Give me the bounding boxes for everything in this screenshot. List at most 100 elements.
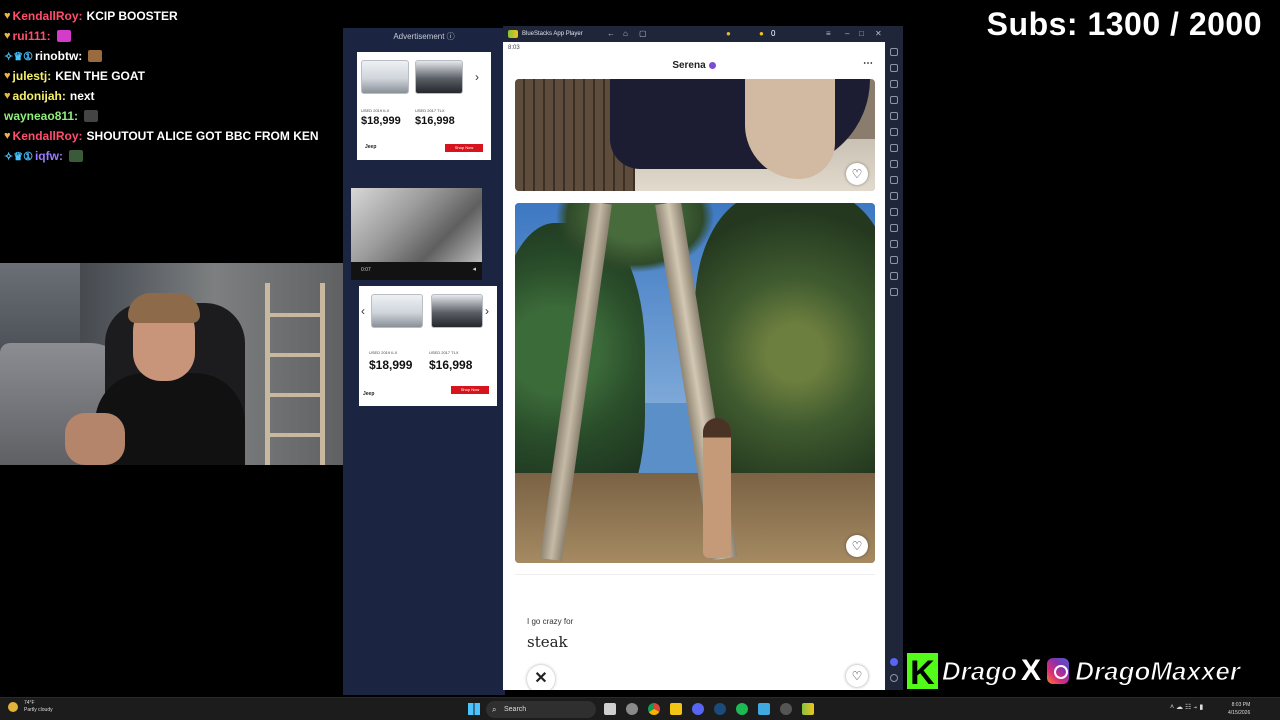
- home-icon[interactable]: ⌂: [623, 29, 628, 39]
- ad-video[interactable]: 0:07 ◂: [351, 188, 482, 280]
- webcam-streamer-hair: [128, 293, 200, 323]
- windows-start-icon[interactable]: [468, 703, 480, 715]
- volume-icon[interactable]: ◂: [472, 265, 476, 273]
- taskbar-search[interactable]: ⌕ Search: [486, 701, 596, 718]
- chat-badges: ♥: [4, 130, 11, 142]
- ad-card[interactable]: ‹ › USED 2019 ILX USED 2017 TLX $18,999 …: [359, 286, 497, 406]
- profile-name-text: Serena: [672, 60, 706, 71]
- like-heart-icon[interactable]: ♡: [846, 665, 868, 687]
- recent-apps-icon[interactable]: ▢: [639, 29, 647, 39]
- search-icon: ⌕: [492, 705, 497, 714]
- chat-username[interactable]: iqfw:: [35, 149, 63, 163]
- car-image: [361, 60, 409, 94]
- record-icon[interactable]: [890, 128, 898, 136]
- game-icon[interactable]: ●: [726, 29, 731, 39]
- chat-username[interactable]: rinobtw:: [35, 49, 82, 63]
- chat-badges: ♥: [4, 10, 11, 22]
- chat-username[interactable]: KendallRoy:: [13, 129, 83, 143]
- stream-layout: ♥ KendallRoy: KCIP BOOSTER ♥ rui111: ✧♛①…: [0, 0, 1280, 720]
- steam-icon[interactable]: [714, 703, 726, 715]
- chevron-right-icon[interactable]: ›: [475, 70, 479, 84]
- menu-icon[interactable]: ≡: [826, 29, 831, 39]
- shake-icon[interactable]: [890, 160, 898, 168]
- discord-icon[interactable]: [692, 703, 704, 715]
- webcam-streamer-arm: [65, 413, 125, 465]
- eco-mode-icon[interactable]: [890, 224, 898, 232]
- sub-goal-counter: Subs: 1300 / 2000: [986, 6, 1262, 42]
- notepad-icon[interactable]: [758, 703, 770, 715]
- instagram-logo-icon: [1044, 656, 1072, 686]
- chat-message: ♥ KendallRoy: SHOUTOUT ALICE GOT BBC FRO…: [0, 126, 340, 146]
- ad-panel: Advertisement ⓘ › USED 2019 ILX USED 201…: [343, 28, 505, 695]
- media-folder-icon[interactable]: [890, 240, 898, 248]
- chat-message: ♥ adonijah: next: [0, 86, 340, 106]
- emulator-titlebar: BlueStacks App Player ← ⌂ ▢ ● ● 0 ≡ – □ …: [503, 26, 903, 42]
- discord-icon[interactable]: [890, 658, 898, 666]
- ad-header: Advertisement ⓘ: [393, 32, 455, 41]
- back-icon[interactable]: ←: [607, 29, 615, 39]
- more-options-icon[interactable]: [890, 288, 898, 296]
- chat-username[interactable]: julestj:: [13, 69, 52, 83]
- sync-icon[interactable]: [890, 208, 898, 216]
- keyboard-icon[interactable]: [890, 80, 898, 88]
- chat-username[interactable]: rui111:: [13, 29, 51, 43]
- chat-username[interactable]: wayneao811:: [4, 109, 78, 123]
- coin-icon[interactable]: ●: [759, 29, 764, 39]
- like-heart-icon[interactable]: ♡: [846, 535, 868, 557]
- chat-message: ✧♛① rinobtw:: [0, 46, 340, 66]
- settings-icon[interactable]: [890, 272, 898, 280]
- ad-price: $16,998: [429, 358, 473, 372]
- like-heart-icon[interactable]: ♡: [846, 163, 868, 185]
- dating-app-screen: 8:03 Serena ⋯ ♡ ♡ I go crazy for steak ✕…: [503, 42, 885, 690]
- chevron-right-icon[interactable]: ›: [485, 304, 489, 318]
- settings-icon[interactable]: [626, 703, 638, 715]
- ad-shop-button[interactable]: Shop Now: [451, 386, 489, 394]
- bluestacks-icon[interactable]: [802, 703, 814, 715]
- taskbar-clock[interactable]: 8:03 PM 4/15/2026: [1228, 701, 1250, 717]
- kick-handle: Drago: [941, 655, 1017, 686]
- gamepad-icon[interactable]: [890, 96, 898, 104]
- ad-card[interactable]: › USED 2019 ILX USED 2017 TLX $18,999 $1…: [357, 52, 491, 160]
- more-options-icon[interactable]: ⋯: [863, 58, 873, 69]
- ad-car-label: USED 2017 TLX: [429, 350, 459, 355]
- prompt-card: I go crazy for steak ✕ ♡: [515, 574, 875, 690]
- macro-icon[interactable]: [890, 192, 898, 200]
- screenshot-icon[interactable]: [890, 112, 898, 120]
- volume-icon[interactable]: [890, 64, 898, 72]
- search-label: Search: [504, 706, 527, 713]
- location-icon[interactable]: [890, 144, 898, 152]
- chat-panel: ♥ KendallRoy: KCIP BOOSTER ♥ rui111: ✧♛①…: [0, 6, 340, 166]
- ad-car-label: USED 2017 TLX: [415, 108, 445, 113]
- chat-username[interactable]: adonijah:: [13, 89, 66, 103]
- chat-text: KEN THE GOAT: [55, 69, 145, 83]
- maximize-icon[interactable]: □: [859, 29, 864, 39]
- install-apk-icon[interactable]: [890, 256, 898, 264]
- kick-logo-icon: K: [905, 651, 940, 692]
- chat-badges: ✧♛①: [4, 50, 33, 63]
- chrome-icon[interactable]: [648, 703, 660, 715]
- chat-message: ✧♛① iqfw:: [0, 146, 340, 166]
- spotify-icon[interactable]: [736, 703, 748, 715]
- ad-brand: Jeep: [365, 144, 377, 150]
- close-window-icon[interactable]: ✕: [875, 29, 882, 39]
- minimize-icon[interactable]: –: [845, 29, 849, 39]
- emulator-sidebar: [885, 42, 903, 690]
- chat-badges: ♥: [4, 90, 11, 102]
- chevron-left-icon[interactable]: ‹: [361, 304, 365, 318]
- ad-car-label: USED 2019 ILX: [361, 108, 390, 113]
- rotate-icon[interactable]: [890, 176, 898, 184]
- prompt-answer: steak: [527, 633, 568, 651]
- fullscreen-icon[interactable]: [890, 48, 898, 56]
- chat-badges: ♥: [4, 70, 11, 82]
- task-view-icon[interactable]: [604, 703, 616, 715]
- settings-gear-icon[interactable]: [890, 674, 898, 682]
- verified-badge-icon: [708, 61, 716, 69]
- photo-person: [703, 418, 731, 558]
- ad-shop-button[interactable]: Shop Now: [445, 144, 483, 152]
- file-explorer-icon[interactable]: [670, 703, 682, 715]
- system-tray[interactable]: ˄ ☁ ☷ ⍆ ▮: [1170, 703, 1203, 712]
- emote-icon: [56, 30, 71, 42]
- app-icon[interactable]: [780, 703, 792, 715]
- chat-username[interactable]: KendallRoy:: [13, 9, 83, 23]
- pass-close-button[interactable]: ✕: [527, 665, 555, 690]
